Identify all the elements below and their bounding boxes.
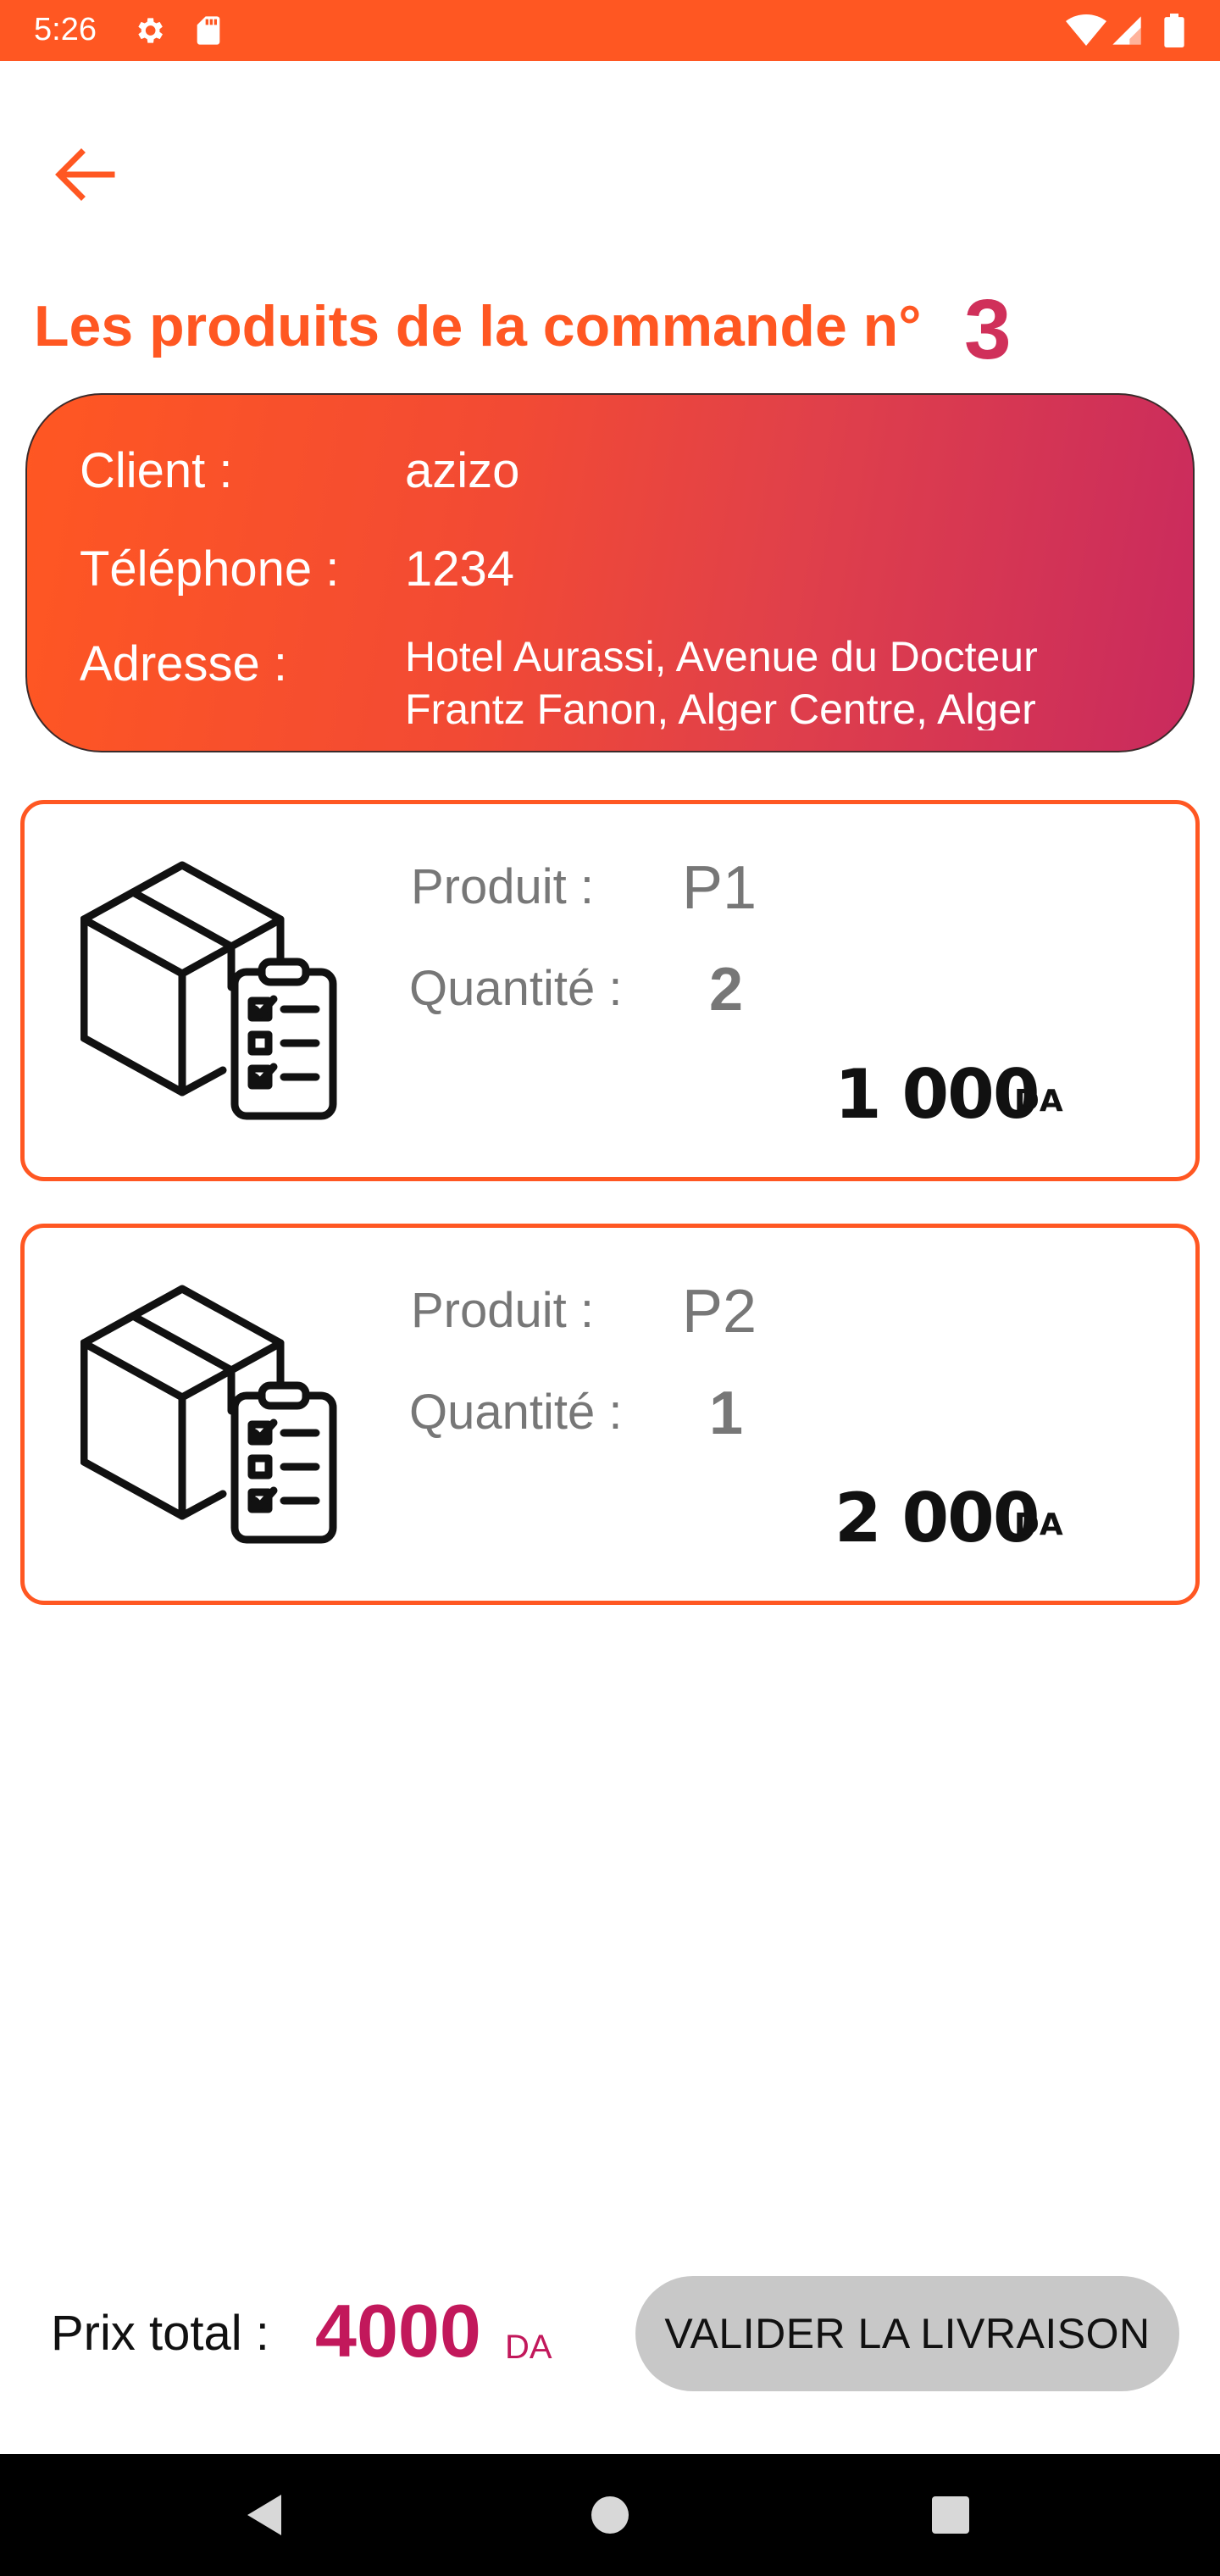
wifi-icon <box>1066 14 1106 47</box>
sd-card-icon <box>191 14 225 47</box>
product-card[interactable]: Produit : P1 Quantité : 2 1 000 DA <box>20 800 1200 1181</box>
page-title: Les produits de la commande n° <box>34 294 922 358</box>
price-currency: DA <box>1014 1084 1063 1119</box>
quantity-value: 2 <box>709 956 744 1024</box>
arrow-left-icon <box>55 148 115 201</box>
box-checklist-icon <box>80 1285 337 1544</box>
validate-delivery-button[interactable]: VALIDER LA LIVRAISON <box>635 2276 1179 2391</box>
client-label: Client : <box>80 443 233 498</box>
box-checklist-icon <box>80 861 337 1120</box>
product-price: 1 000 <box>835 1055 1040 1134</box>
client-card: Client : azizo Téléphone : 1234 Adresse … <box>25 393 1195 752</box>
order-number: 3 <box>964 282 1012 377</box>
recents-square-icon[interactable] <box>923 2488 978 2542</box>
gear-icon <box>132 14 166 47</box>
navigation-bar <box>0 2454 1220 2576</box>
total-value: 4000 <box>315 2289 481 2373</box>
back-triangle-icon[interactable] <box>237 2488 291 2542</box>
phone-value: 1234 <box>405 541 515 597</box>
battery-icon <box>1162 14 1186 48</box>
total-currency: DA <box>505 2329 552 2366</box>
signal-icon <box>1110 14 1144 47</box>
client-value: azizo <box>405 443 520 498</box>
product-label: Produit : <box>411 859 594 914</box>
product-name: P2 <box>682 1278 757 1346</box>
total-label: Prix total : <box>51 2306 269 2361</box>
price-currency: DA <box>1014 1507 1063 1542</box>
address-label: Adresse : <box>80 636 287 691</box>
phone-label: Téléphone : <box>80 541 340 597</box>
address-value: Hotel Aurassi, Avenue du Docteur Frantz … <box>405 633 1038 730</box>
back-button[interactable] <box>44 136 125 217</box>
home-circle-icon[interactable] <box>583 2488 637 2542</box>
product-price: 2 000 <box>835 1479 1040 1557</box>
quantity-label: Quantité : <box>409 1385 623 1440</box>
product-name: P1 <box>682 854 757 922</box>
status-time: 5:26 <box>34 12 97 47</box>
product-card[interactable]: Produit : P2 Quantité : 1 2 000 DA <box>20 1224 1200 1605</box>
quantity-label: Quantité : <box>409 961 623 1016</box>
status-bar: 5:26 <box>0 0 1220 61</box>
product-label: Produit : <box>411 1283 594 1338</box>
quantity-value: 1 <box>709 1380 744 1447</box>
